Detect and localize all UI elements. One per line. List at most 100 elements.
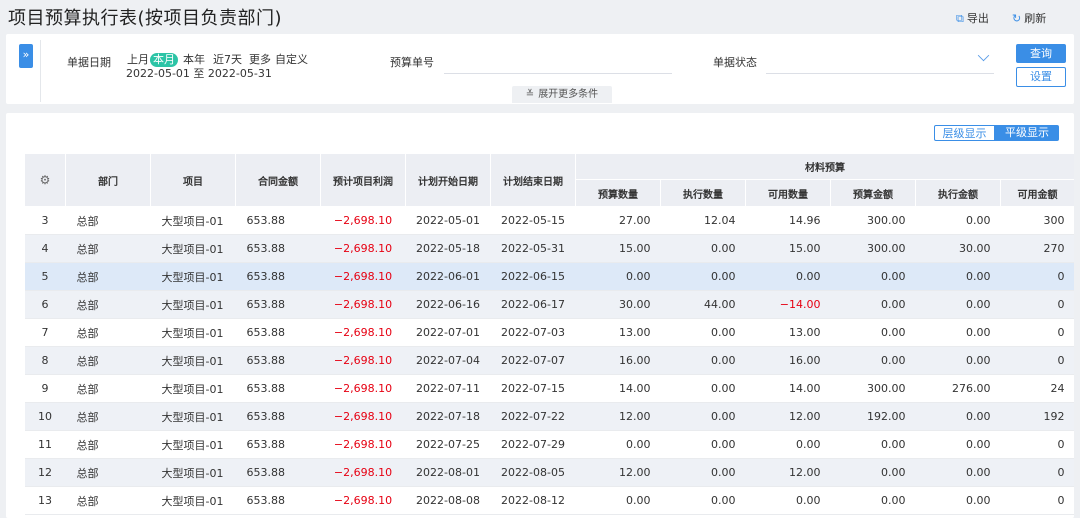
expand-more-conditions-button[interactable]: ≚ 展开更多条件 — [512, 86, 612, 103]
avail-amt-cell: 0 — [1000, 346, 1074, 375]
end-date-cell: 2022-07-29 — [490, 430, 576, 459]
table-row[interactable]: 12 总部 大型项目-01 653.88 −2,698.10 2022-08-01 2022… — [24, 458, 1074, 487]
exec-qty-cell: 0.00 — [660, 262, 746, 291]
row-index: 6 — [24, 290, 66, 319]
end-date-cell: 2022-08-05 — [490, 458, 576, 487]
profit-cell: −2,698.10 — [320, 346, 406, 375]
table-row[interactable]: 10 总部 大型项目-01 653.88 −2,698.10 2022-07-18 2022… — [24, 402, 1074, 431]
budget-no-input[interactable] — [444, 48, 672, 72]
double-chevron-down-icon: ≚ — [525, 89, 535, 100]
exec-qty-cell: 0.00 — [660, 430, 746, 459]
tree-view-toggle[interactable]: 层级显示 — [934, 125, 995, 141]
header-end-date[interactable]: 计划结束日期 — [490, 153, 576, 207]
avail-amt-cell: 300 — [1000, 206, 1074, 235]
start-date-cell: 2022-06-16 — [405, 290, 491, 319]
flat-view-toggle[interactable]: 平级显示 — [995, 125, 1059, 141]
status-select[interactable] — [766, 48, 994, 72]
table-row[interactable]: 5 总部 大型项目-01 653.88 −2,698.10 2022-06-01 2022-… — [24, 262, 1074, 291]
contract-cell: 653.88 — [235, 206, 321, 235]
profit-cell: −2,698.10 — [320, 234, 406, 263]
header-start-date[interactable]: 计划开始日期 — [405, 153, 491, 207]
exec-qty-cell: 0.00 — [660, 402, 746, 431]
budget-no-underline — [444, 73, 672, 74]
budget-qty-cell: 0.00 — [575, 430, 661, 459]
dept-cell: 总部 — [65, 234, 151, 263]
table-row[interactable]: 4 总部 大型项目-01 653.88 −2,698.10 2022-05-18 2022-… — [24, 234, 1074, 263]
budget-qty-cell: 15.00 — [575, 234, 661, 263]
header-project[interactable]: 项目 — [150, 153, 236, 207]
date-range-value[interactable]: 2022-05-01 至 2022-05-31 — [126, 65, 272, 81]
table-row[interactable]: 11 总部 大型项目-01 653.88 −2,698.10 2022-07-25 2022… — [24, 430, 1074, 459]
budget-amt-cell: 0.00 — [830, 458, 916, 487]
gear-icon: ⚙ — [39, 173, 51, 187]
row-index: 12 — [24, 458, 66, 487]
budget-amt-cell: 0.00 — [830, 346, 916, 375]
contract-cell: 653.88 — [235, 430, 321, 459]
avail-amt-cell: 192 — [1000, 402, 1074, 431]
exec-amt-cell: 0.00 — [915, 262, 1001, 291]
exec-amt-cell: 0.00 — [915, 430, 1001, 459]
header-exec-amt[interactable]: 执行金额 — [915, 179, 1001, 207]
expand-sidebar-button[interactable]: » — [19, 44, 33, 68]
query-button[interactable]: 查询 — [1016, 44, 1066, 63]
avail-qty-cell: 13.00 — [745, 318, 831, 347]
exec-qty-cell: 0.00 — [660, 458, 746, 487]
table-row[interactable]: 3 总部 大型项目-01 653.88 −2,698.10 2022-05-01 2022-… — [24, 206, 1074, 235]
budget-amt-cell: 0.00 — [830, 290, 916, 319]
budget-qty-cell: 13.00 — [575, 318, 661, 347]
budget-amt-cell: 300.00 — [830, 206, 916, 235]
header-contract[interactable]: 合同金额 — [235, 153, 321, 207]
table-row[interactable]: 9 总部 大型项目-01 653.88 −2,698.10 2022-07-11 2022-… — [24, 374, 1074, 403]
exec-qty-cell: 0.00 — [660, 318, 746, 347]
dept-cell: 总部 — [65, 346, 151, 375]
header-avail-qty[interactable]: 可用数量 — [745, 179, 831, 207]
start-date-cell: 2022-07-18 — [405, 402, 491, 431]
contract-cell: 653.88 — [235, 318, 321, 347]
start-date-cell: 2022-06-01 — [405, 262, 491, 291]
header-profit[interactable]: 预计项目利润 — [320, 153, 406, 207]
row-index: 9 — [24, 374, 66, 403]
header-material-budget: 材料预算 — [574, 153, 1074, 180]
exec-qty-cell: 12.04 — [660, 206, 746, 235]
row-index: 7 — [24, 318, 66, 347]
end-date-cell: 2022-05-15 — [490, 206, 576, 235]
start-date-cell: 2022-05-18 — [405, 234, 491, 263]
avail-qty-cell: 12.00 — [745, 458, 831, 487]
avail-amt-cell: 0 — [1000, 290, 1074, 319]
budget-amt-cell: 0.00 — [830, 262, 916, 291]
filter-panel: » 单据日期 上月 本月 本年 近7天 更多 自定义 2022-05-01 至 2022-… — [6, 34, 1074, 104]
column-settings-cell[interactable]: ⚙ — [24, 153, 66, 207]
profit-cell: −2,698.10 — [320, 402, 406, 431]
date-option[interactable]: 自定义 — [272, 53, 311, 67]
header-budget-qty[interactable]: 预算数量 — [575, 179, 661, 207]
project-cell: 大型项目-01 — [150, 430, 236, 459]
header-avail-amt[interactable]: 可用金额 — [999, 179, 1074, 207]
avail-amt-cell: 0 — [1000, 318, 1074, 347]
row-index: 8 — [24, 346, 66, 375]
avail-qty-cell: 15.00 — [745, 234, 831, 263]
row-index: 3 — [24, 206, 66, 235]
export-button[interactable]: ⧉ 导出 — [956, 10, 989, 26]
profit-cell: −2,698.10 — [320, 486, 406, 515]
refresh-button[interactable]: ↻ 刷新 — [1012, 10, 1046, 26]
budget-amt-cell: 0.00 — [830, 486, 916, 515]
row-index: 4 — [24, 234, 66, 263]
project-cell: 大型项目-01 — [150, 262, 236, 291]
budget-qty-cell: 30.00 — [575, 290, 661, 319]
header-dept[interactable]: 部门 — [65, 153, 151, 207]
budget-amt-cell: 0.00 — [830, 430, 916, 459]
budget-qty-cell: 16.00 — [575, 346, 661, 375]
table-row[interactable]: 8 总部 大型项目-01 653.88 −2,698.10 2022-07-04 2022-… — [24, 346, 1074, 375]
table-row[interactable]: 13 总部 大型项目-01 653.88 −2,698.10 2022-08-08 2022… — [24, 486, 1074, 515]
project-cell: 大型项目-01 — [150, 318, 236, 347]
settings-button[interactable]: 设置 — [1016, 67, 1066, 87]
exec-amt-cell: 0.00 — [915, 486, 1001, 515]
table-row[interactable]: 7 总部 大型项目-01 653.88 −2,698.10 2022-07-01 2022-… — [24, 318, 1074, 347]
budget-qty-cell: 0.00 — [575, 486, 661, 515]
header-exec-qty[interactable]: 执行数量 — [660, 179, 746, 207]
header-budget-amt[interactable]: 预算金额 — [830, 179, 916, 207]
table-row[interactable]: 6 总部 大型项目-01 653.88 −2,698.10 2022-06-16 2022-… — [24, 290, 1074, 319]
exec-amt-cell: 30.00 — [915, 234, 1001, 263]
exec-qty-cell: 0.00 — [660, 234, 746, 263]
avail-amt-cell: 0 — [1000, 486, 1074, 515]
